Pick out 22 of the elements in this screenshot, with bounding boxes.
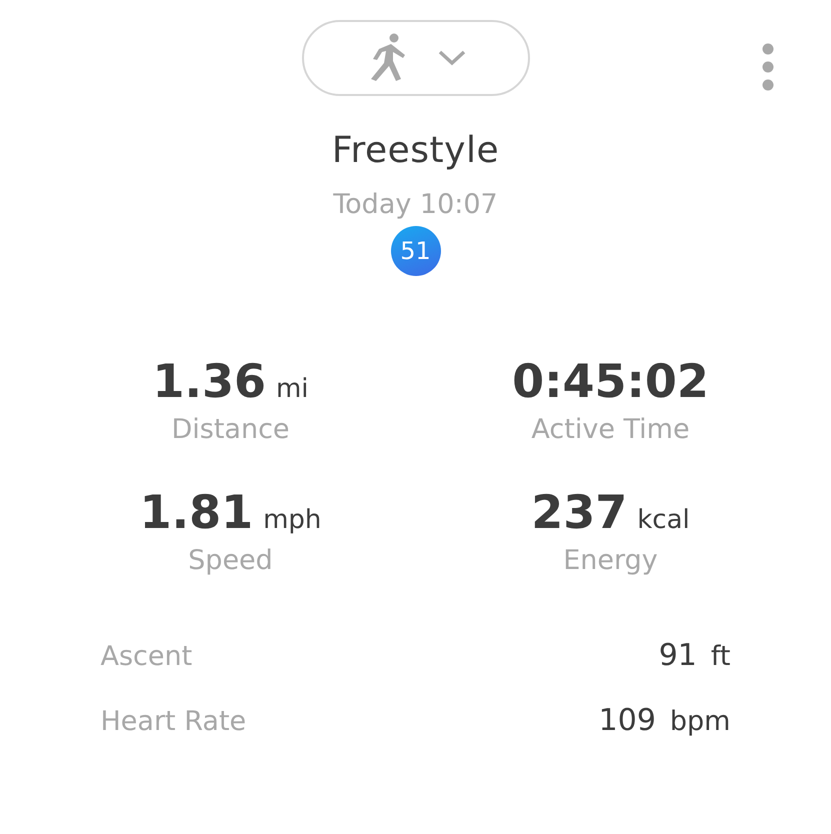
- workout-date: Today 10:07: [333, 189, 498, 220]
- detail-value: 109: [598, 703, 656, 738]
- stat-value: 1.81: [140, 485, 254, 539]
- detail-value: 91: [658, 638, 697, 673]
- stat-label: Distance: [171, 414, 290, 445]
- stat-unit: mph: [263, 505, 322, 535]
- chevron-down-icon: [436, 49, 466, 67]
- workout-title: Freestyle: [332, 130, 500, 171]
- stat-label: Energy: [563, 545, 658, 576]
- more-options-icon[interactable]: [761, 42, 775, 92]
- stat-unit: mi: [276, 374, 309, 404]
- detail-label: Heart Rate: [100, 706, 246, 737]
- stat-unit: kcal: [637, 505, 690, 535]
- stat-label: Speed: [188, 545, 273, 576]
- detail-unit: ft: [710, 641, 730, 672]
- stat-value: 237: [531, 485, 628, 539]
- detail-label: Ascent: [100, 641, 192, 672]
- detail-unit: bpm: [670, 706, 730, 737]
- stat-value: 0:45:02: [512, 354, 709, 408]
- stat-value: 1.36: [152, 354, 266, 408]
- stat-label: Active Time: [531, 414, 690, 445]
- score-badge: 51: [390, 226, 440, 276]
